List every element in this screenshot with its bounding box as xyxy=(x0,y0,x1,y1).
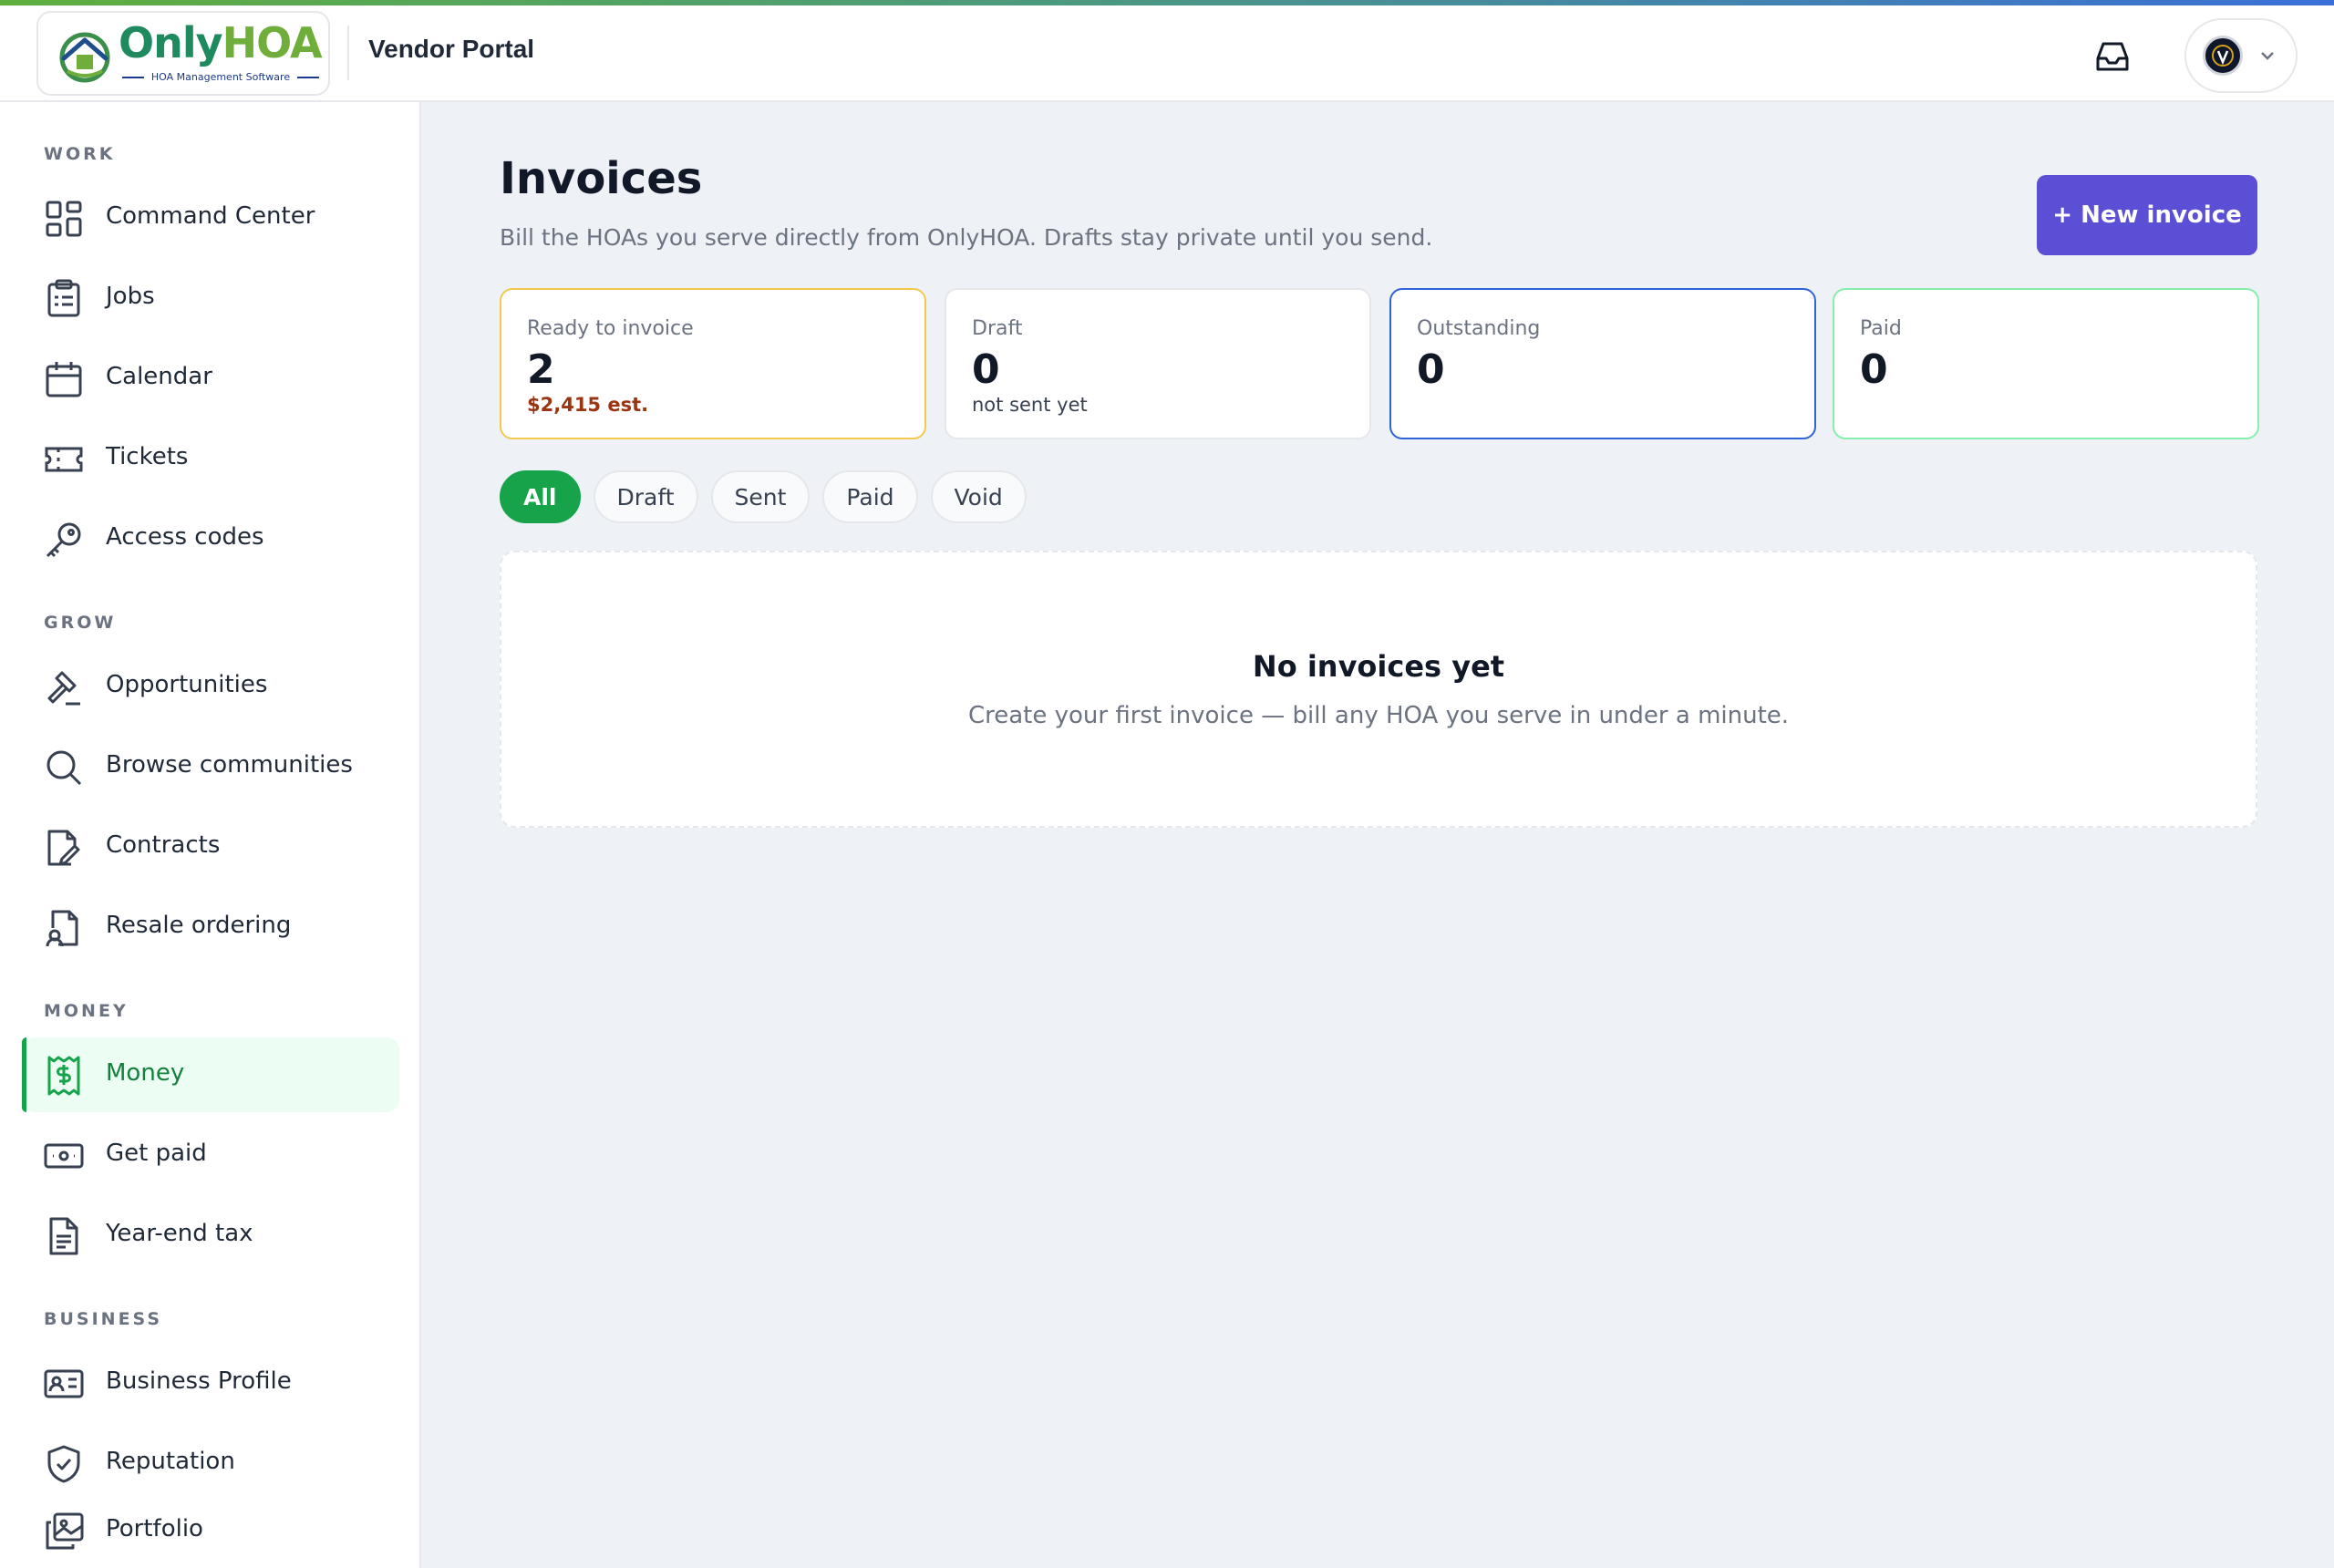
stat-card-outstanding[interactable]: Outstanding 0 xyxy=(1389,288,1816,439)
sidebar: WORK Command Center Jobs Calendar Ticket… xyxy=(0,102,421,1568)
logo-wordmark: OnlyHOA xyxy=(119,18,323,67)
stat-note: not sent yet xyxy=(972,394,1088,416)
stat-value: 0 xyxy=(972,346,1000,393)
sidebar-item-label: Business Profile xyxy=(106,1367,292,1395)
sidebar-item-label: Jobs xyxy=(106,283,155,310)
id-card-icon xyxy=(44,1369,84,1398)
empty-state-title: No invoices yet xyxy=(1252,649,1505,684)
empty-state: No invoices yet Create your first invoic… xyxy=(500,551,2257,828)
page-title: Invoices xyxy=(500,153,703,204)
avatar-emblem-icon xyxy=(2212,45,2234,67)
stat-value: 0 xyxy=(1860,346,1888,393)
main-content: Invoices Bill the HOAs you serve directl… xyxy=(423,102,2334,1568)
sidebar-item-opportunities[interactable]: Opportunities xyxy=(22,649,399,724)
stat-card-paid[interactable]: Paid 0 xyxy=(1833,288,2259,439)
sidebar-item-business-profile[interactable]: Business Profile xyxy=(22,1346,399,1420)
stat-value: 0 xyxy=(1417,346,1445,393)
search-icon xyxy=(46,750,82,786)
stat-label: Outstanding xyxy=(1417,317,1541,340)
new-invoice-button[interactable]: + New invoice xyxy=(2037,175,2257,255)
inbox-button[interactable] xyxy=(2088,33,2137,80)
document-edit-icon xyxy=(47,830,80,866)
document-user-icon xyxy=(46,910,78,947)
sidebar-item-label: Tickets xyxy=(106,443,189,470)
images-icon xyxy=(46,1512,84,1550)
empty-state-subtitle: Create your first invoice — bill any HOA… xyxy=(967,702,1790,729)
sidebar-item-label: Get paid xyxy=(106,1140,207,1167)
sidebar-item-label: Contracts xyxy=(106,831,221,859)
filter-draft[interactable]: Draft xyxy=(593,470,698,523)
sidebar-item-jobs[interactable]: Jobs xyxy=(22,261,399,335)
logo-word-only: Only xyxy=(119,18,223,67)
logo-tagline: HOA Management Software xyxy=(122,71,319,83)
sidebar-item-label: Browse communities xyxy=(106,751,353,779)
sidebar-section-money: MONEY xyxy=(44,1001,129,1021)
sidebar-section-work: WORK xyxy=(44,144,116,164)
sidebar-item-resale-ordering[interactable]: Resale ordering xyxy=(22,890,399,965)
sidebar-item-command-center[interactable]: Command Center xyxy=(22,181,399,255)
ticket-icon xyxy=(45,447,83,472)
sidebar-item-label: Opportunities xyxy=(106,671,268,698)
profile-menu-button[interactable] xyxy=(2184,18,2298,93)
stat-card-draft[interactable]: Draft 0 not sent yet xyxy=(945,288,1371,439)
logo-house-icon xyxy=(59,32,110,83)
invoice-filter-tabs: All Draft Sent Paid Void xyxy=(500,470,1027,523)
sidebar-item-year-end-tax[interactable]: Year-end tax xyxy=(22,1198,399,1273)
sidebar-item-label: Year-end tax xyxy=(106,1220,253,1247)
sidebar-item-get-paid[interactable]: Get paid xyxy=(22,1118,399,1192)
sidebar-item-label: Portfolio xyxy=(106,1515,203,1542)
brand-logo[interactable]: OnlyHOA HOA Management Software xyxy=(36,11,330,96)
sidebar-item-portfolio[interactable]: Portfolio xyxy=(22,1493,399,1568)
sidebar-item-contracts[interactable]: Contracts xyxy=(22,810,399,884)
banknote-icon xyxy=(44,1143,84,1169)
header-divider xyxy=(347,26,349,80)
stat-note: $2,415 est. xyxy=(527,394,649,416)
stat-label: Ready to invoice xyxy=(527,317,694,340)
calendar-icon xyxy=(46,362,82,397)
sidebar-item-label: Calendar xyxy=(106,363,212,390)
filter-sent[interactable]: Sent xyxy=(710,470,811,523)
sidebar-item-browse-communities[interactable]: Browse communities xyxy=(22,729,399,804)
receipt-dollar-icon xyxy=(47,1056,80,1096)
stat-label: Paid xyxy=(1860,317,1902,340)
shield-check-icon xyxy=(47,1445,80,1483)
sidebar-item-label: Reputation xyxy=(106,1448,235,1475)
stat-value: 2 xyxy=(527,346,555,393)
clipboard-icon xyxy=(47,279,80,317)
tagline-rule-right xyxy=(297,76,319,78)
filter-all[interactable]: All xyxy=(500,470,581,523)
sidebar-item-label: Access codes xyxy=(106,523,264,551)
grid-icon xyxy=(46,201,82,237)
file-text-icon xyxy=(49,1217,78,1255)
tagline-text: HOA Management Software xyxy=(150,71,291,83)
sidebar-section-business: BUSINESS xyxy=(44,1309,163,1329)
stat-label: Draft xyxy=(972,317,1023,340)
vendor-avatar xyxy=(2203,36,2243,76)
key-icon xyxy=(46,522,81,558)
inbox-icon xyxy=(2096,42,2129,71)
portal-title: Vendor Portal xyxy=(368,35,535,63)
sidebar-item-calendar[interactable]: Calendar xyxy=(22,341,399,416)
gavel-icon xyxy=(47,671,80,706)
top-bar: OnlyHOA HOA Management Software Vendor P… xyxy=(0,5,2334,102)
sidebar-item-access-codes[interactable]: Access codes xyxy=(22,501,399,576)
filter-paid[interactable]: Paid xyxy=(822,470,918,523)
stat-card-ready-to-invoice[interactable]: Ready to invoice 2 $2,415 est. xyxy=(500,288,926,439)
logo-word-hoa: HOA xyxy=(222,18,323,67)
chevron-down-icon xyxy=(2261,52,2274,60)
sidebar-item-reputation[interactable]: Reputation xyxy=(22,1426,399,1501)
sidebar-item-label: Money xyxy=(106,1059,185,1087)
tagline-rule-left xyxy=(122,76,144,78)
sidebar-item-money[interactable]: Money xyxy=(22,1037,399,1112)
filter-void[interactable]: Void xyxy=(930,470,1027,523)
sidebar-item-tickets[interactable]: Tickets xyxy=(22,421,399,496)
page-subtitle: Bill the HOAs you serve directly from On… xyxy=(500,224,1433,251)
sidebar-item-label: Resale ordering xyxy=(106,912,292,939)
sidebar-item-label: Command Center xyxy=(106,202,315,230)
sidebar-section-grow: GROW xyxy=(44,613,117,633)
